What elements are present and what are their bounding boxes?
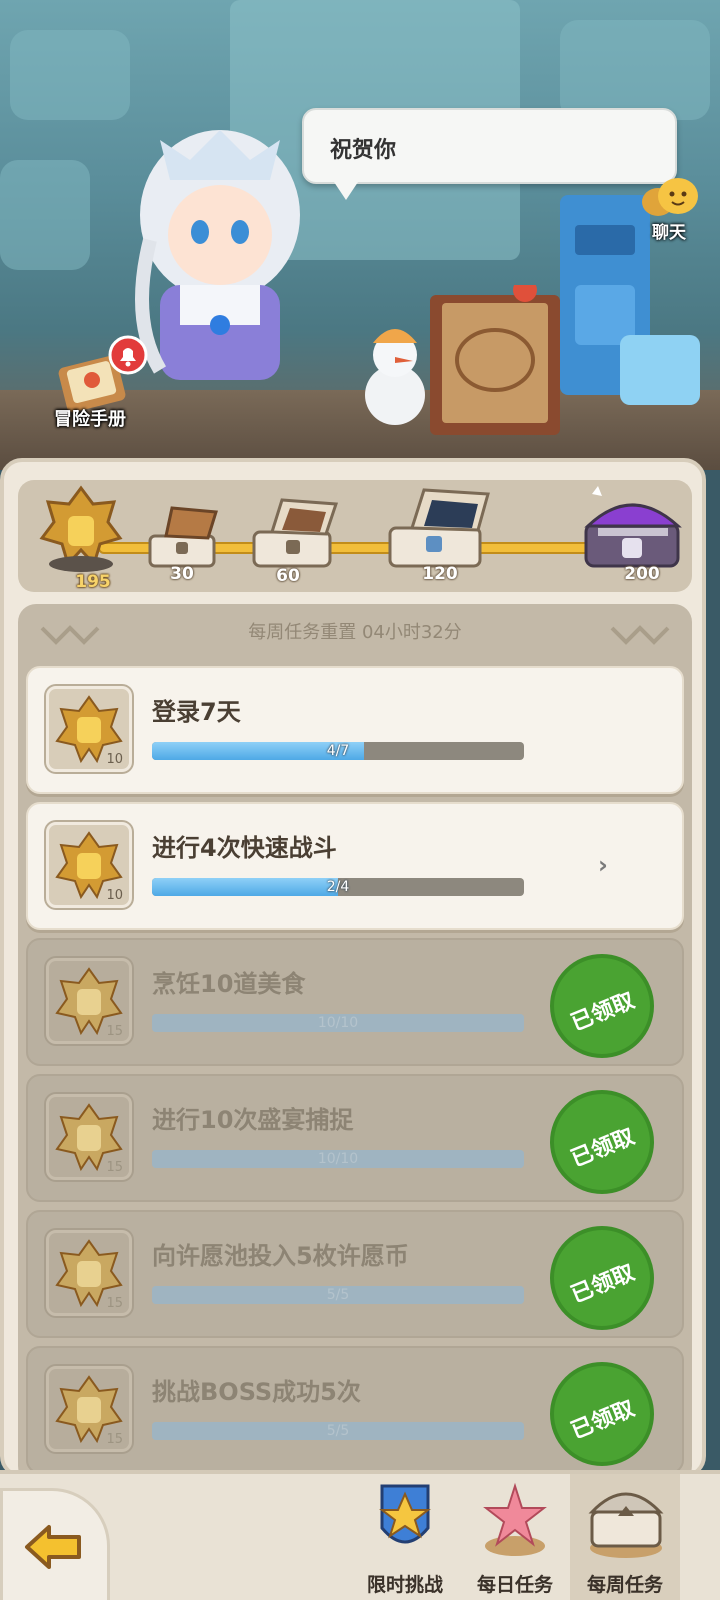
task-progress-text: 10/10 <box>317 1015 359 1031</box>
task-card[interactable]: 15 向许愿池投入5枚许愿币 5/5 已领取 <box>26 1210 684 1338</box>
task-title: 向许愿池投入5枚许愿币 <box>152 1242 409 1270</box>
task-reward-amount: 15 <box>106 1024 123 1039</box>
chat-button[interactable]: 聊天 <box>634 172 704 243</box>
wall-stone <box>10 30 130 120</box>
task-card[interactable]: 15 挑战BOSS成功5次 5/5 已领取 <box>26 1346 684 1474</box>
task-reward-amount: 15 <box>106 1432 123 1447</box>
reward-token-icon: 15 <box>46 1094 132 1180</box>
adventure-manual-label: 冒险手册 <box>54 409 126 430</box>
task-title: 进行10次盛宴捕捉 <box>152 1106 354 1134</box>
task-reward-amount: 10 <box>106 752 123 767</box>
tab-limited-challenge[interactable]: 限时挑战 <box>350 1474 460 1600</box>
current-points: 195 <box>75 572 111 592</box>
points-badge-icon <box>39 485 123 572</box>
back-button[interactable] <box>0 1488 110 1600</box>
chest-120-icon[interactable] <box>382 484 494 574</box>
weekly-reset-bar: 每周任务重置 04小时32分 <box>18 604 692 662</box>
chevron-decoration-icon <box>610 625 670 645</box>
reward-token-icon: 10 <box>46 686 132 772</box>
task-title: 登录7天 <box>152 698 241 726</box>
reward-token-icon: 15 <box>46 1230 132 1316</box>
adventure-manual-button[interactable]: 冒险手册 <box>40 335 160 435</box>
reward-token-icon: 10 <box>46 822 132 908</box>
task-progress-text: 2/4 <box>326 879 350 895</box>
chat-label: 聊天 <box>652 223 686 243</box>
tab-label: 每日任务 <box>476 1574 553 1596</box>
milestone-label: 30 <box>170 564 194 584</box>
chat-icon <box>642 178 698 216</box>
claimed-label: 已领取 <box>567 988 639 1037</box>
task-card[interactable]: 10 登录7天 4/7 <box>26 666 684 794</box>
task-progress-bar: 5/5 <box>152 1286 524 1304</box>
claimed-stamp: 已领取 <box>550 954 654 1058</box>
task-progress-bar: 5/5 <box>152 1422 524 1440</box>
tab-label: 每周任务 <box>586 1574 663 1596</box>
claimed-stamp: 已领取 <box>550 1362 654 1466</box>
task-title: 挑战BOSS成功5次 <box>152 1378 361 1406</box>
tab-daily-tasks[interactable]: 每日任务 <box>460 1474 570 1600</box>
milestone-label: 200 <box>624 564 660 584</box>
claimed-label: 已领取 <box>567 1260 639 1309</box>
claimed-label: 已领取 <box>567 1396 639 1445</box>
task-progress-text: 5/5 <box>326 1287 350 1303</box>
starfish-icon <box>483 1482 547 1556</box>
task-progress-bar: 10/10 <box>152 1150 524 1168</box>
chevron-decoration-icon <box>40 625 100 645</box>
task-card[interactable]: 15 烹饪10道美食 10/10 已领取 <box>26 938 684 1066</box>
chest-icon <box>588 1492 664 1558</box>
claimed-stamp: 已领取 <box>550 1226 654 1330</box>
bottom-nav: 限时挑战 每日任务 每周任务 <box>0 1470 720 1600</box>
back-arrow-icon <box>25 1525 81 1569</box>
milestone-label: 120 <box>422 564 458 584</box>
task-progress-bar: 2/4 <box>152 878 524 896</box>
wall-stone <box>560 20 710 120</box>
task-progress-text: 5/5 <box>326 1423 350 1439</box>
chest-200-icon[interactable] <box>578 484 688 574</box>
task-reward-amount: 10 <box>106 888 123 903</box>
speech-bubble: 祝贺你 <box>302 108 677 200</box>
reward-progress-strip: 195 30 60 120 200 <box>18 480 692 592</box>
weekly-task-list[interactable]: 每周任务重置 04小时32分 10 登录7天 4/7 10 进行4次快速战斗 2/4 › 15… <box>18 604 692 1484</box>
speech-text: 祝贺你 <box>330 138 397 163</box>
task-reward-amount: 15 <box>106 1296 123 1311</box>
task-reward-amount: 15 <box>106 1160 123 1175</box>
wall-stone <box>0 160 90 270</box>
claimed-label: 已领取 <box>567 1124 639 1173</box>
task-progress-bar: 10/10 <box>152 1014 524 1032</box>
task-card[interactable]: 15 进行10次盛宴捕捉 10/10 已领取 <box>26 1074 684 1202</box>
notification-bell-icon <box>108 335 148 375</box>
chevron-right-icon[interactable]: › <box>588 850 618 880</box>
task-progress-bar: 4/7 <box>152 742 524 760</box>
task-progress-text: 4/7 <box>326 743 350 759</box>
task-card[interactable]: 10 进行4次快速战斗 2/4 › <box>26 802 684 930</box>
weekly-reset-text: 每周任务重置 04小时32分 <box>248 622 462 643</box>
task-title: 烹饪10道美食 <box>152 970 306 998</box>
scene-background: 祝贺你 聊天 冒险手册 <box>0 0 720 470</box>
milestone-label: 60 <box>276 566 300 586</box>
task-title: 进行4次快速战斗 <box>152 834 337 862</box>
weekly-panel: 195 30 60 120 200 每周任务重置 04小时32分 10 登录7天… <box>0 458 706 1484</box>
tab-label: 限时挑战 <box>366 1574 443 1596</box>
chest-60-icon[interactable] <box>246 494 342 574</box>
claimed-stamp: 已领取 <box>550 1090 654 1194</box>
tab-weekly-tasks[interactable]: 每周任务 <box>570 1474 680 1600</box>
reward-token-icon: 15 <box>46 958 132 1044</box>
trophy-star-icon <box>379 1484 431 1544</box>
task-progress-text: 10/10 <box>317 1151 359 1167</box>
reward-token-icon: 15 <box>46 1366 132 1452</box>
